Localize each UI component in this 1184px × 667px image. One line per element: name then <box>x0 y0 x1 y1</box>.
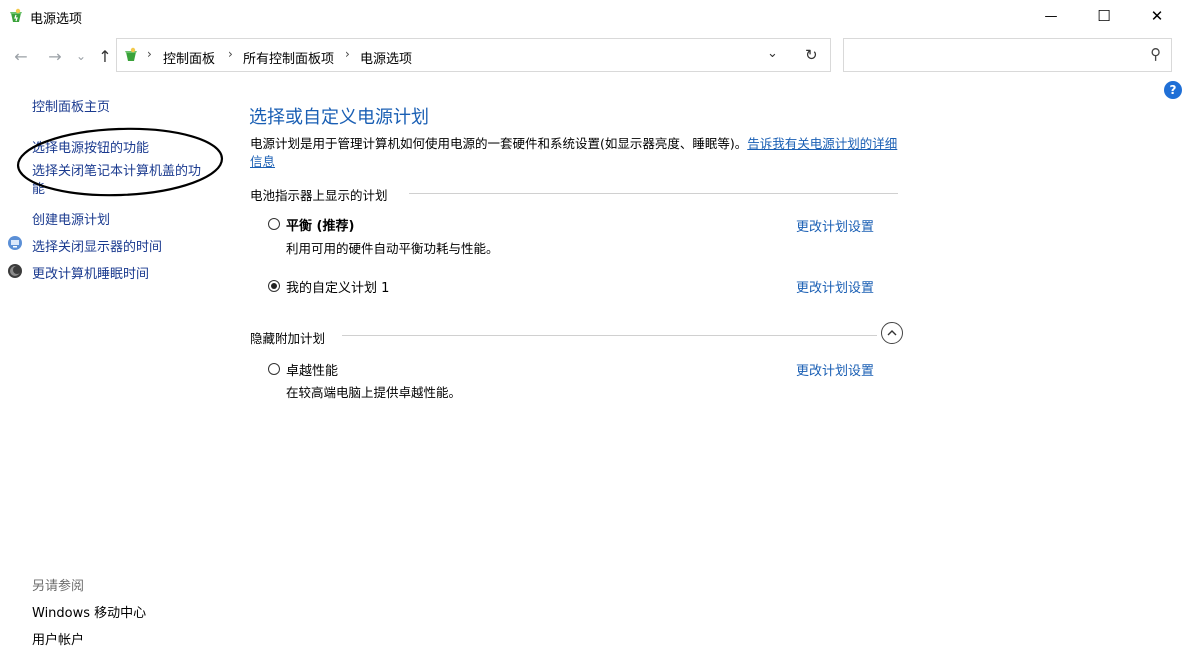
plan-custom-radio[interactable] <box>268 280 280 292</box>
breadcrumb-all-items[interactable]: 所有控制面板项 <box>243 48 334 67</box>
see-also-user-accounts[interactable]: 用户帐户 <box>32 629 84 648</box>
address-dropdown-icon[interactable]: ⌄ <box>767 46 778 61</box>
power-options-icon <box>125 47 137 61</box>
section-hidden-plans: 隐藏附加计划 <box>250 331 326 346</box>
breadcrumb-separator: › <box>345 47 350 61</box>
section-battery-meter: 电池指示器上显示的计划 <box>250 188 388 203</box>
maximize-button[interactable]: ☐ <box>1081 0 1127 32</box>
title-bar: 电源选项 — ☐ ✕ <box>0 0 1184 32</box>
back-arrow-icon: ← <box>14 46 28 66</box>
collapse-button[interactable] <box>881 322 903 344</box>
help-icon[interactable]: ? <box>1164 81 1182 99</box>
up-button[interactable]: ↑ <box>94 42 116 70</box>
plan-ultimate-radio[interactable] <box>268 363 280 375</box>
sidebar-item-display-off[interactable]: 选择关闭显示器的时间 <box>32 236 162 255</box>
annotation-ellipse <box>16 127 224 197</box>
close-button[interactable]: ✕ <box>1134 0 1180 32</box>
plan-ultimate-change-link[interactable]: 更改计划设置 <box>796 360 874 379</box>
page-description: 电源计划是用于管理计算机如何使用电源的一套硬件和系统设置(如显示器亮度、睡眠等)… <box>250 135 900 171</box>
recent-locations-button[interactable]: ⌄ <box>70 42 92 70</box>
see-also-title: 另请参阅 <box>32 579 85 594</box>
minimize-button[interactable]: — <box>1028 0 1074 32</box>
page-title: 选择或自定义电源计划 <box>249 107 429 128</box>
address-bar[interactable]: › 控制面板 › 所有控制面板项 › 电源选项 ⌄ ↻ <box>116 38 831 72</box>
plan-balanced-name[interactable]: 平衡 (推荐) <box>286 215 354 234</box>
forward-arrow-icon: → <box>48 46 62 66</box>
description-text: 电源计划是用于管理计算机如何使用电源的一套硬件和系统设置(如显示器亮度、睡眠等)… <box>250 136 748 151</box>
breadcrumb-power-options[interactable]: 电源选项 <box>360 48 412 67</box>
minimize-icon: — <box>1044 8 1058 24</box>
refresh-icon[interactable]: ↻ <box>805 46 818 64</box>
maximize-icon: ☐ <box>1097 7 1111 25</box>
search-input[interactable]: ⚲ <box>843 38 1172 72</box>
plan-custom-name[interactable]: 我的自定义计划 1 <box>286 277 389 296</box>
window-title: 电源选项 <box>30 12 83 27</box>
breadcrumb-separator: › <box>147 47 152 61</box>
breadcrumb-separator: › <box>228 47 233 61</box>
sleep-moon-icon <box>8 264 22 278</box>
chevron-down-icon: ⌄ <box>75 49 87 63</box>
close-icon: ✕ <box>1150 7 1164 25</box>
forward-button[interactable]: → <box>44 42 66 70</box>
plan-balanced-radio[interactable] <box>268 218 280 230</box>
back-button[interactable]: ← <box>10 42 32 70</box>
chevron-up-icon <box>887 330 897 336</box>
search-icon: ⚲ <box>1150 45 1161 63</box>
display-monitor-icon <box>8 236 22 250</box>
divider <box>342 335 877 336</box>
sidebar-home-link[interactable]: 控制面板主页 <box>32 96 110 115</box>
plan-ultimate-name[interactable]: 卓越性能 <box>286 360 338 379</box>
plan-balanced-desc: 利用可用的硬件自动平衡功耗与性能。 <box>286 241 499 256</box>
power-options-icon <box>10 8 22 22</box>
sidebar-item-sleep-time[interactable]: 更改计算机睡眠时间 <box>32 263 149 282</box>
plan-ultimate-desc: 在较高端电脑上提供卓越性能。 <box>286 385 462 400</box>
plan-balanced-change-link[interactable]: 更改计划设置 <box>796 216 874 235</box>
see-also-mobility-center[interactable]: Windows 移动中心 <box>32 602 146 621</box>
plan-custom-change-link[interactable]: 更改计划设置 <box>796 277 874 296</box>
divider <box>409 193 898 194</box>
up-arrow-icon: ↑ <box>98 46 112 66</box>
breadcrumb-control-panel[interactable]: 控制面板 <box>163 48 215 67</box>
sidebar-item-create-plan[interactable]: 创建电源计划 <box>32 209 110 228</box>
